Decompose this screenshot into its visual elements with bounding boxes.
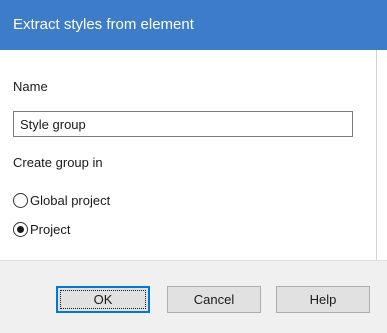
radio-global-project-label: Global project [30, 192, 111, 208]
radio-project[interactable]: Project [13, 220, 70, 238]
radio-project-label: Project [30, 221, 71, 237]
radio-project-indicator[interactable] [13, 221, 28, 237]
dialog-footer: OK Cancel Help [0, 260, 387, 333]
dialog-title: Extract styles from element [0, 0, 387, 50]
dialog-body: Name Create group in Global project Proj… [0, 50, 377, 260]
radio-global-project[interactable]: Global project [13, 191, 110, 209]
help-button[interactable]: Help [276, 286, 370, 313]
extract-styles-dialog: Extract styles from element Name Create … [0, 0, 387, 333]
create-group-label: Create group in [13, 155, 103, 170]
radio-global-project-indicator[interactable] [13, 192, 28, 208]
name-label: Name [13, 79, 48, 94]
ok-button[interactable]: OK [56, 286, 150, 313]
cancel-button[interactable]: Cancel [167, 286, 261, 313]
name-input[interactable] [13, 111, 353, 137]
